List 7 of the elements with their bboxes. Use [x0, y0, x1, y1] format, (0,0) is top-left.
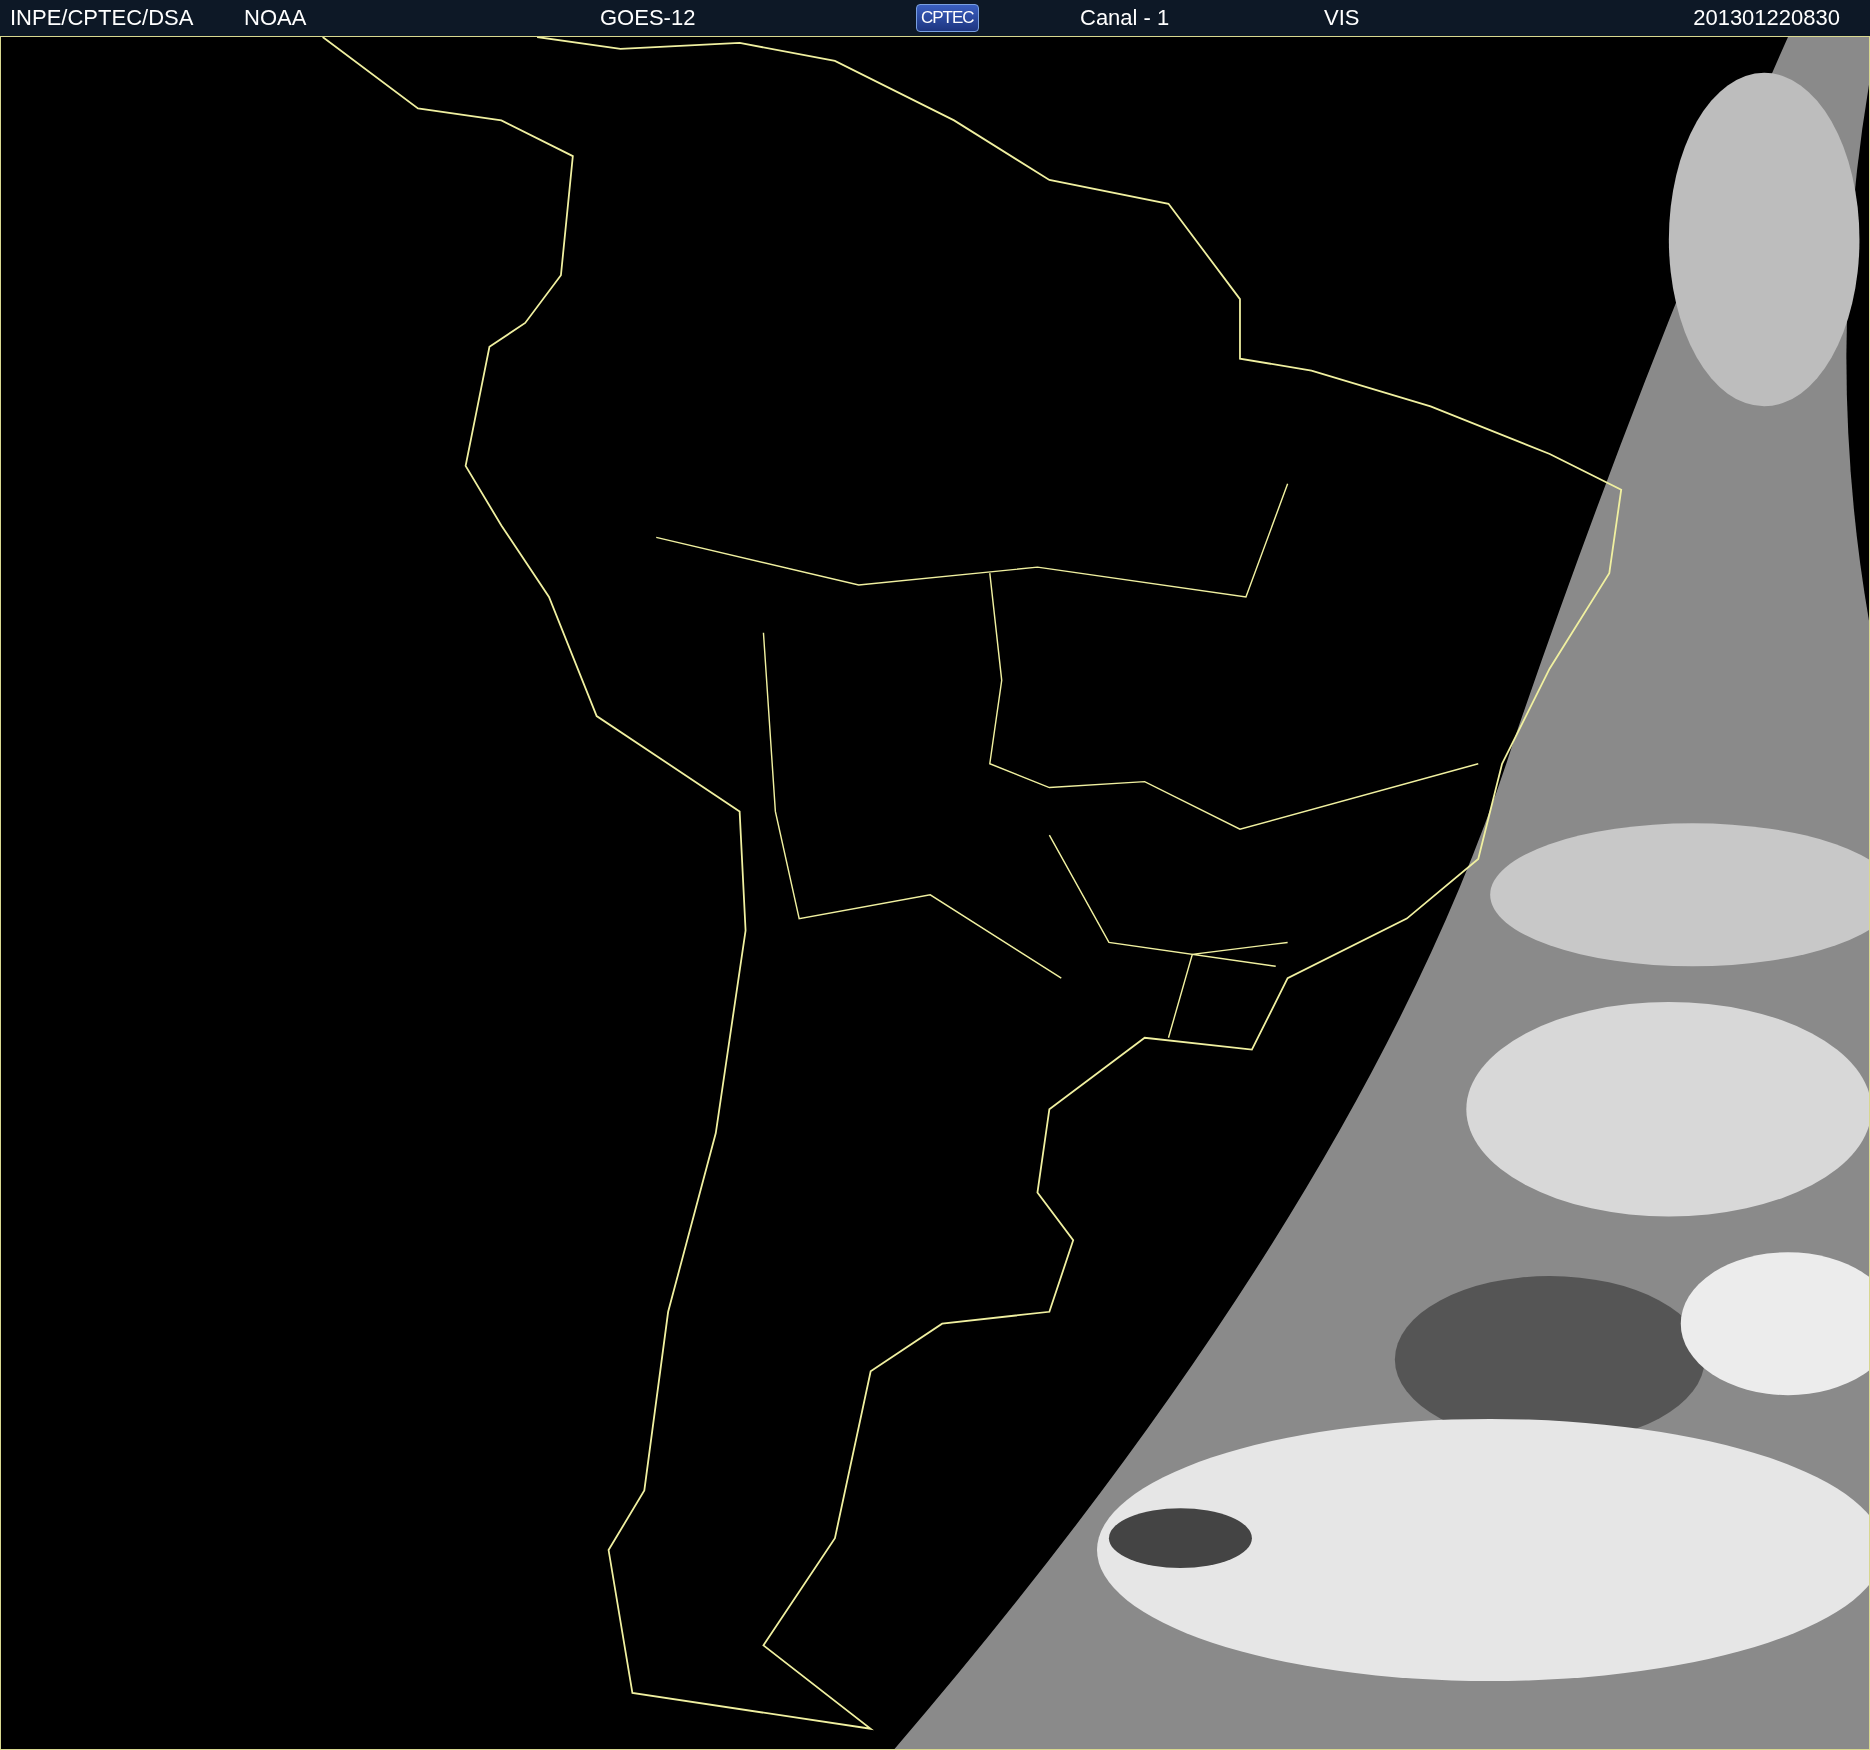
timestamp-label: 201301220830: [1693, 5, 1840, 31]
satellite-label: GOES-12: [600, 5, 696, 31]
logo: CPTEC: [916, 4, 979, 32]
band-label: VIS: [1324, 5, 1360, 31]
channel-label: Canal - 1: [1080, 5, 1170, 31]
agency-label: NOAA: [244, 5, 307, 31]
source-label: INPE/CPTEC/DSA: [10, 5, 194, 31]
